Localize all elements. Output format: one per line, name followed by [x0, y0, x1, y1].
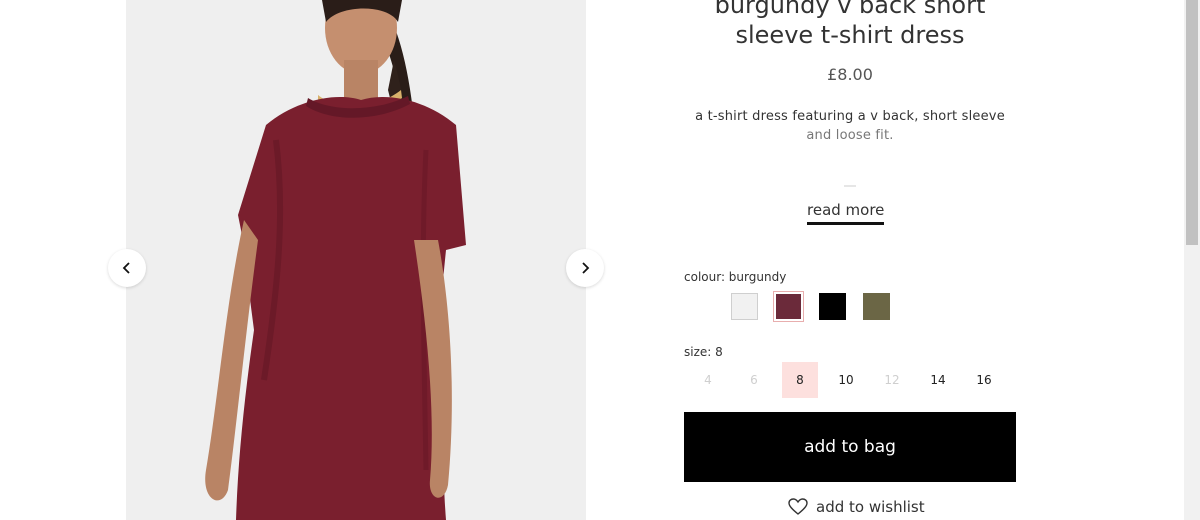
heart-icon — [788, 498, 808, 515]
gallery-next-button[interactable] — [566, 249, 604, 287]
add-to-bag-button[interactable]: add to bag — [684, 412, 1016, 482]
read-more-link[interactable]: read more — [807, 201, 885, 225]
size-option[interactable]: 8 — [782, 362, 818, 398]
colour-swatch[interactable] — [731, 293, 758, 320]
colour-swatch[interactable] — [773, 291, 804, 322]
product-description: a t-shirt dress featuring a v back, shor… — [684, 107, 1016, 145]
size-label: size: 8 — [684, 345, 723, 359]
gallery-prev-button[interactable] — [108, 249, 146, 287]
add-to-wishlist-link[interactable]: add to wishlist — [788, 498, 925, 516]
size-options: 4 6 8 10 12 14 16 — [690, 362, 1002, 398]
colour-swatch[interactable] — [863, 293, 890, 320]
product-price: £8.00 — [827, 65, 873, 84]
swatch-fill — [863, 293, 890, 320]
swatch-fill — [776, 294, 801, 319]
swatch-fill — [819, 293, 846, 320]
size-option[interactable]: 6 — [736, 362, 772, 398]
description-line: a t-shirt dress featuring a v back, shor… — [695, 109, 1005, 124]
size-option[interactable]: 12 — [874, 362, 910, 398]
description-line: and loose fit. — [806, 128, 894, 143]
chevron-right-icon — [582, 262, 590, 274]
size-option[interactable]: 4 — [690, 362, 726, 398]
product-photo — [126, 0, 586, 520]
size-option[interactable]: 14 — [920, 362, 956, 398]
product-title: burgundy v back short sleeve t-shirt dre… — [714, 0, 986, 49]
colour-label: colour: burgundy — [684, 270, 787, 284]
swatch-fill — [731, 293, 758, 320]
chevron-left-icon — [122, 262, 130, 274]
page-scrollbar[interactable] — [1184, 0, 1200, 520]
product-image-gallery[interactable] — [126, 0, 586, 520]
scrollbar-thumb[interactable] — [1186, 0, 1198, 245]
description-fade — [844, 185, 856, 187]
wishlist-label: add to wishlist — [816, 498, 925, 516]
colour-swatches — [731, 291, 890, 322]
size-option[interactable]: 10 — [828, 362, 864, 398]
colour-swatch[interactable] — [819, 293, 846, 320]
size-option[interactable]: 16 — [966, 362, 1002, 398]
